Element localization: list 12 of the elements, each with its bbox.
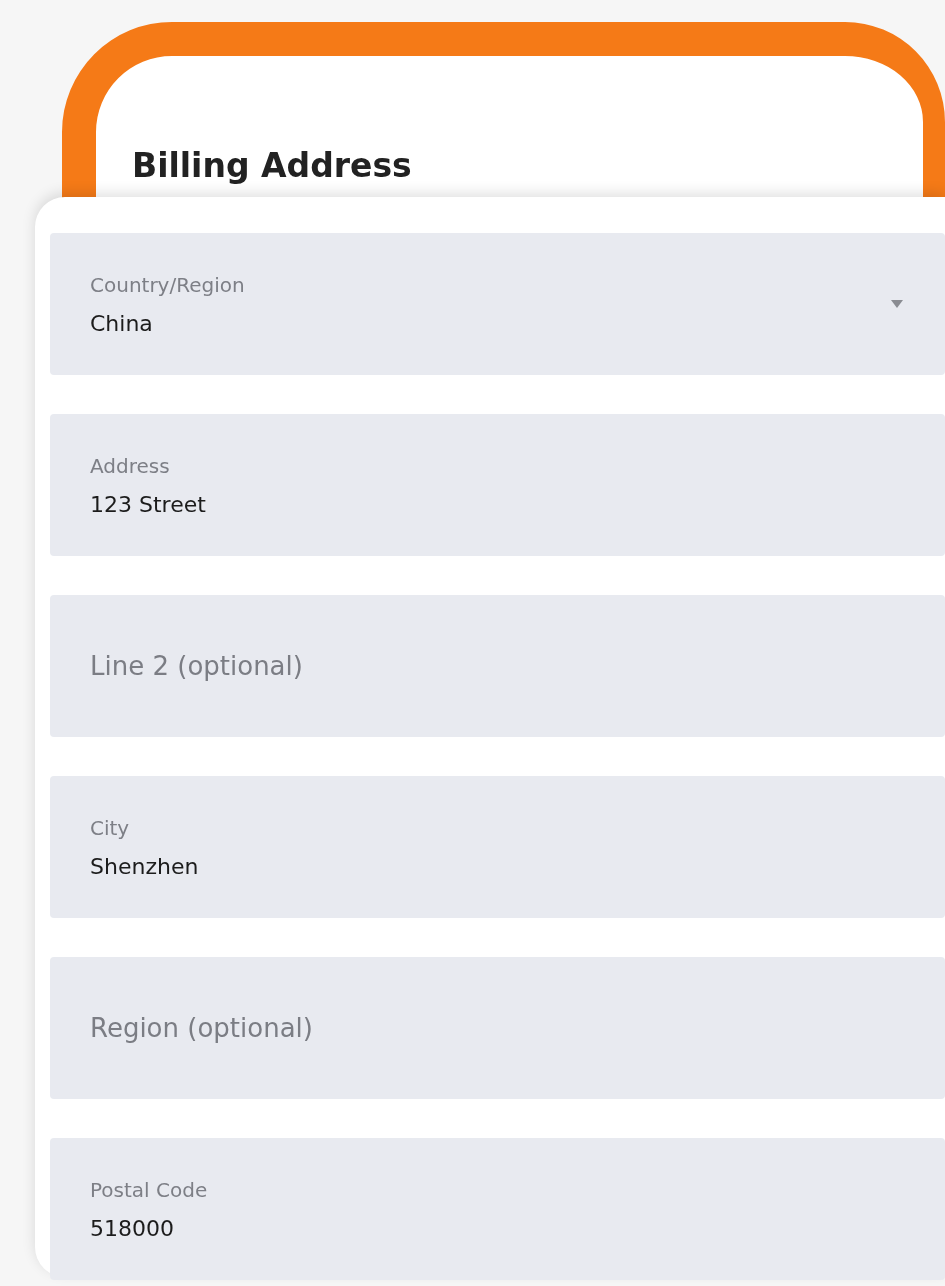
field-label: Country/Region: [90, 272, 246, 297]
input-field[interactable]: 518000: [90, 1215, 915, 1241]
input-field[interactable]: Region (optional): [90, 1013, 915, 1043]
input-field[interactable]: Line 2 (optional): [90, 651, 915, 681]
input-field[interactable]: 123 Street: [90, 491, 915, 517]
caret-icon: [889, 299, 905, 309]
field-label: City: [90, 815, 131, 840]
field-label: Address: [90, 453, 171, 478]
dropdown-field[interactable]: China: [90, 310, 889, 336]
section-title: Billing Address: [132, 146, 413, 185]
input-field[interactable]: Shenzhen: [90, 853, 915, 879]
field-label: Postal Code: [90, 1177, 209, 1202]
